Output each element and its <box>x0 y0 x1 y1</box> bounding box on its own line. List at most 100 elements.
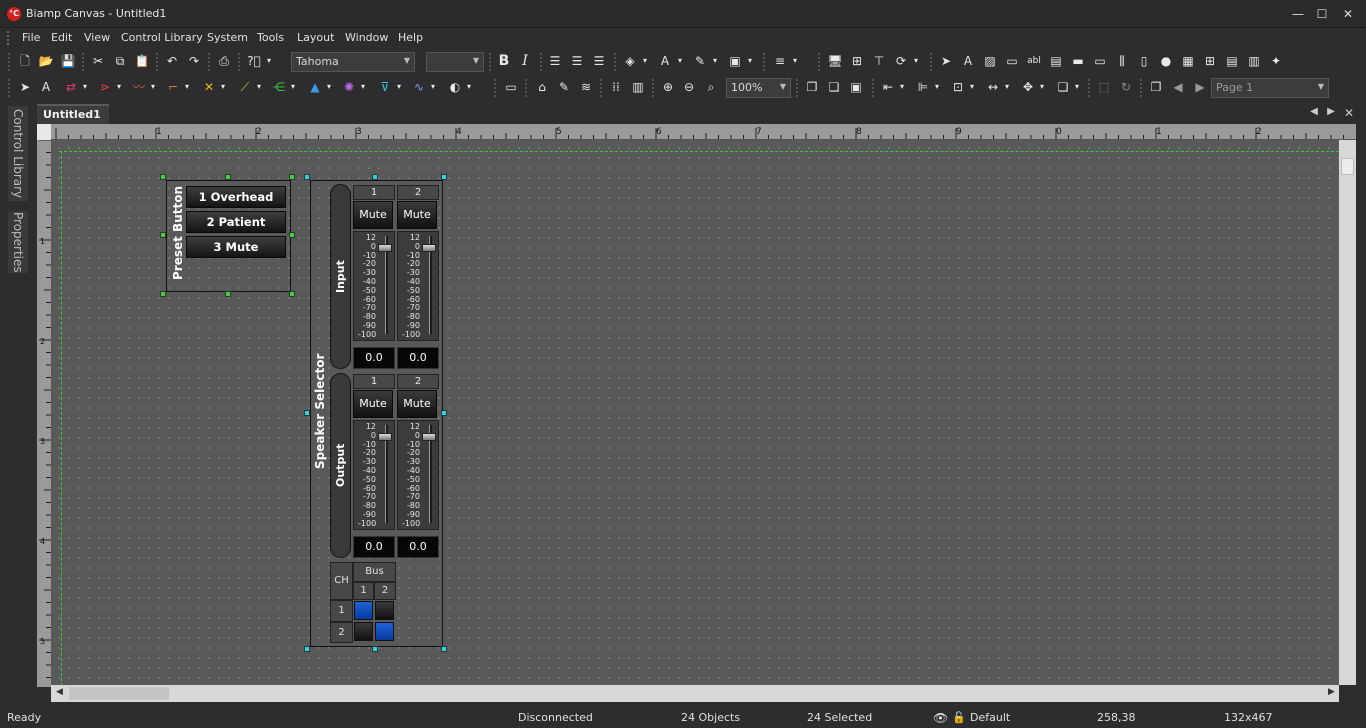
menu-help[interactable]: Help <box>398 31 423 44</box>
chevron-down-icon[interactable]: ▾ <box>394 78 404 96</box>
chevron-down-icon[interactable]: ▾ <box>288 78 298 96</box>
horizontal-scroll-thumb[interactable] <box>69 687 169 700</box>
edit-page-icon[interactable]: ✎ <box>555 78 573 96</box>
fader-knob[interactable] <box>378 433 392 441</box>
fader-knob[interactable] <box>378 244 392 252</box>
resize-handle[interactable] <box>441 174 447 180</box>
matrix-crosspoint-1-2[interactable] <box>375 601 394 620</box>
menu-system[interactable]: System <box>207 31 248 44</box>
cross-icon[interactable]: ✕ <box>200 78 218 96</box>
matrix-crosspoint-2-2[interactable] <box>375 622 394 641</box>
text-icon[interactable]: A <box>37 78 55 96</box>
chevron-down-icon[interactable]: ▾ <box>675 52 685 70</box>
meter-tool-icon[interactable]: ▯ <box>1135 52 1153 70</box>
fader-knob[interactable] <box>422 244 436 252</box>
wand-tool-icon[interactable]: ✦ <box>1267 52 1285 70</box>
chevron-down-icon[interactable]: ▾ <box>428 78 438 96</box>
spacing-icon[interactable]: ↔ <box>984 78 1002 96</box>
resize-handle[interactable] <box>304 646 310 652</box>
fader-knob[interactable] <box>422 433 436 441</box>
bold-icon[interactable]: B <box>495 52 513 70</box>
select-arrow-icon[interactable]: ➤ <box>16 78 34 96</box>
preset-button-3[interactable]: 3 Mute <box>186 236 286 258</box>
fill-color-icon[interactable]: ◈ <box>621 52 639 70</box>
output-channel-1-fader[interactable]: 12 0 -10 -20 -30 -40 -50 -60 -70 -80 -90 -100 <box>353 420 395 530</box>
menu-control-library[interactable]: Control Library <box>121 31 203 44</box>
save-icon[interactable]: 💾 <box>59 52 77 70</box>
align-objects-icon[interactable]: ⊫ <box>914 78 932 96</box>
resize-handle[interactable] <box>304 410 310 416</box>
next-page-icon[interactable]: ▶ <box>1191 78 1209 96</box>
menu-window[interactable]: Window <box>345 31 388 44</box>
chevron-down-icon[interactable]: ▾ <box>897 78 907 96</box>
tab-close-icon[interactable]: ✕ <box>1342 106 1356 122</box>
tab-scroll-left-icon[interactable]: ◀ <box>1307 106 1321 122</box>
redo-icon[interactable]: ↷ <box>185 52 203 70</box>
menu-edit[interactable]: Edit <box>51 31 72 44</box>
split-icon[interactable]: ⋗ <box>96 78 114 96</box>
piano-icon[interactable]: ▥ <box>629 78 647 96</box>
chevron-down-icon[interactable]: ▾ <box>182 78 192 96</box>
chevron-down-icon[interactable]: ▾ <box>218 78 228 96</box>
resize-handle[interactable] <box>225 174 231 180</box>
chevron-down-icon[interactable]: ▾ <box>254 78 264 96</box>
chevron-down-icon[interactable]: ▾ <box>640 52 650 70</box>
grid-tool-icon[interactable]: ▦ <box>1179 52 1197 70</box>
input-channel-2-level[interactable]: 0.0 <box>397 347 439 369</box>
select-region-icon[interactable]: ⬚ <box>1095 78 1113 96</box>
open-folder-icon[interactable]: 📂 <box>37 52 55 70</box>
cut-icon[interactable]: ✂ <box>89 52 107 70</box>
order-icon[interactable]: ❏ <box>1054 78 1072 96</box>
eye-icon[interactable]: 👁 <box>933 711 948 725</box>
zoom-out-icon[interactable]: ⊖ <box>680 78 698 96</box>
chevron-down-icon[interactable]: ▾ <box>745 52 755 70</box>
layers-icon[interactable]: ≋ <box>577 78 595 96</box>
lock-icon[interactable]: 🔓 <box>952 711 966 724</box>
chevron-down-icon[interactable]: ▾ <box>932 78 942 96</box>
matrix-crosspoint-2-1[interactable] <box>354 622 373 641</box>
hierarchy-icon[interactable]: ⊤ <box>870 52 888 70</box>
undo-icon[interactable]: ↶ <box>163 52 181 70</box>
font-size-select[interactable]: ▼ <box>426 52 484 72</box>
resize-handle[interactable] <box>289 232 295 238</box>
scroll-right-icon[interactable]: ▶ <box>1328 687 1335 697</box>
ungroup-icon[interactable]: ❏ <box>825 78 843 96</box>
prev-page-icon[interactable]: ◀ <box>1169 78 1187 96</box>
pages-icon[interactable]: ❐ <box>1147 78 1165 96</box>
new-file-icon[interactable]: 🗋 <box>16 52 34 70</box>
list-tool-icon[interactable]: ▤ <box>1223 52 1241 70</box>
sidebar-tab-control-library[interactable]: Control Library <box>8 106 28 201</box>
resize-handle[interactable] <box>441 410 447 416</box>
network-icon[interactable]: ⊞ <box>848 52 866 70</box>
resize-handle[interactable] <box>160 232 166 238</box>
close-button[interactable]: ✕ <box>1336 4 1360 24</box>
print-icon[interactable]: ⎙ <box>215 52 233 70</box>
menu-view[interactable]: View <box>84 31 110 44</box>
menu-layout[interactable]: Layout <box>297 31 334 44</box>
chevron-down-icon[interactable]: ▾ <box>1037 78 1047 96</box>
page-select[interactable]: Page 1 ▼ <box>1211 78 1329 98</box>
text-tool-icon[interactable]: A <box>959 52 977 70</box>
resize-handle[interactable] <box>289 291 295 297</box>
highlight-icon[interactable]: ▣ <box>726 52 744 70</box>
pointer-icon[interactable]: ➤ <box>937 52 955 70</box>
input-channel-1-fader[interactable]: 12 0 -10 -20 -30 -40 -50 -60 -70 -80 -90 -100 <box>353 231 395 341</box>
matrix-crosspoint-1-1[interactable] <box>354 601 373 620</box>
resize-handle[interactable] <box>372 646 378 652</box>
chevron-down-icon[interactable]: ▾ <box>1072 78 1082 96</box>
preset-button-2[interactable]: 2 Patient <box>186 211 286 233</box>
chevron-down-icon[interactable]: ▾ <box>464 78 474 96</box>
chevron-down-icon[interactable]: ▾ <box>264 52 274 70</box>
chevron-down-icon[interactable]: ▾ <box>358 78 368 96</box>
input-channel-2-fader[interactable]: 12 0 -10 -20 -30 -40 -50 -60 -70 -80 -90 -100 <box>397 231 439 341</box>
wave-icon[interactable]: 〰 <box>130 78 148 96</box>
filter-icon[interactable]: ⊽ <box>376 78 394 96</box>
grid-dots-icon[interactable]: ⁞⁞ <box>607 78 625 96</box>
indent-icon[interactable]: ⇤ <box>879 78 897 96</box>
help-icon[interactable]: ?⃝ <box>245 52 263 70</box>
gear-icon[interactable]: ✺ <box>340 78 358 96</box>
frame-tool-icon[interactable]: ▭ <box>1003 52 1021 70</box>
sidebar-tab-properties[interactable]: Properties <box>8 211 28 273</box>
lock-group-icon[interactable]: ▣ <box>847 78 865 96</box>
output-channel-1-mute-button[interactable]: Mute <box>353 390 393 418</box>
